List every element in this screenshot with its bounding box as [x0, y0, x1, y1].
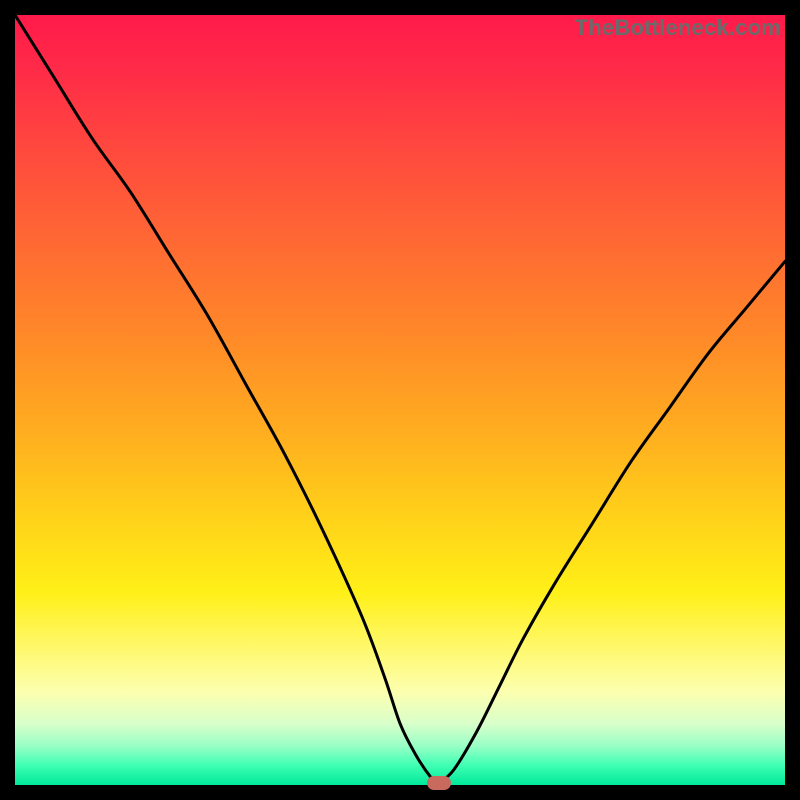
optimum-marker	[427, 776, 451, 790]
bottleneck-curve	[15, 15, 785, 785]
chart-frame: TheBottleneck.com	[0, 0, 800, 800]
plot-area: TheBottleneck.com	[15, 15, 785, 785]
curve-path	[15, 15, 785, 785]
